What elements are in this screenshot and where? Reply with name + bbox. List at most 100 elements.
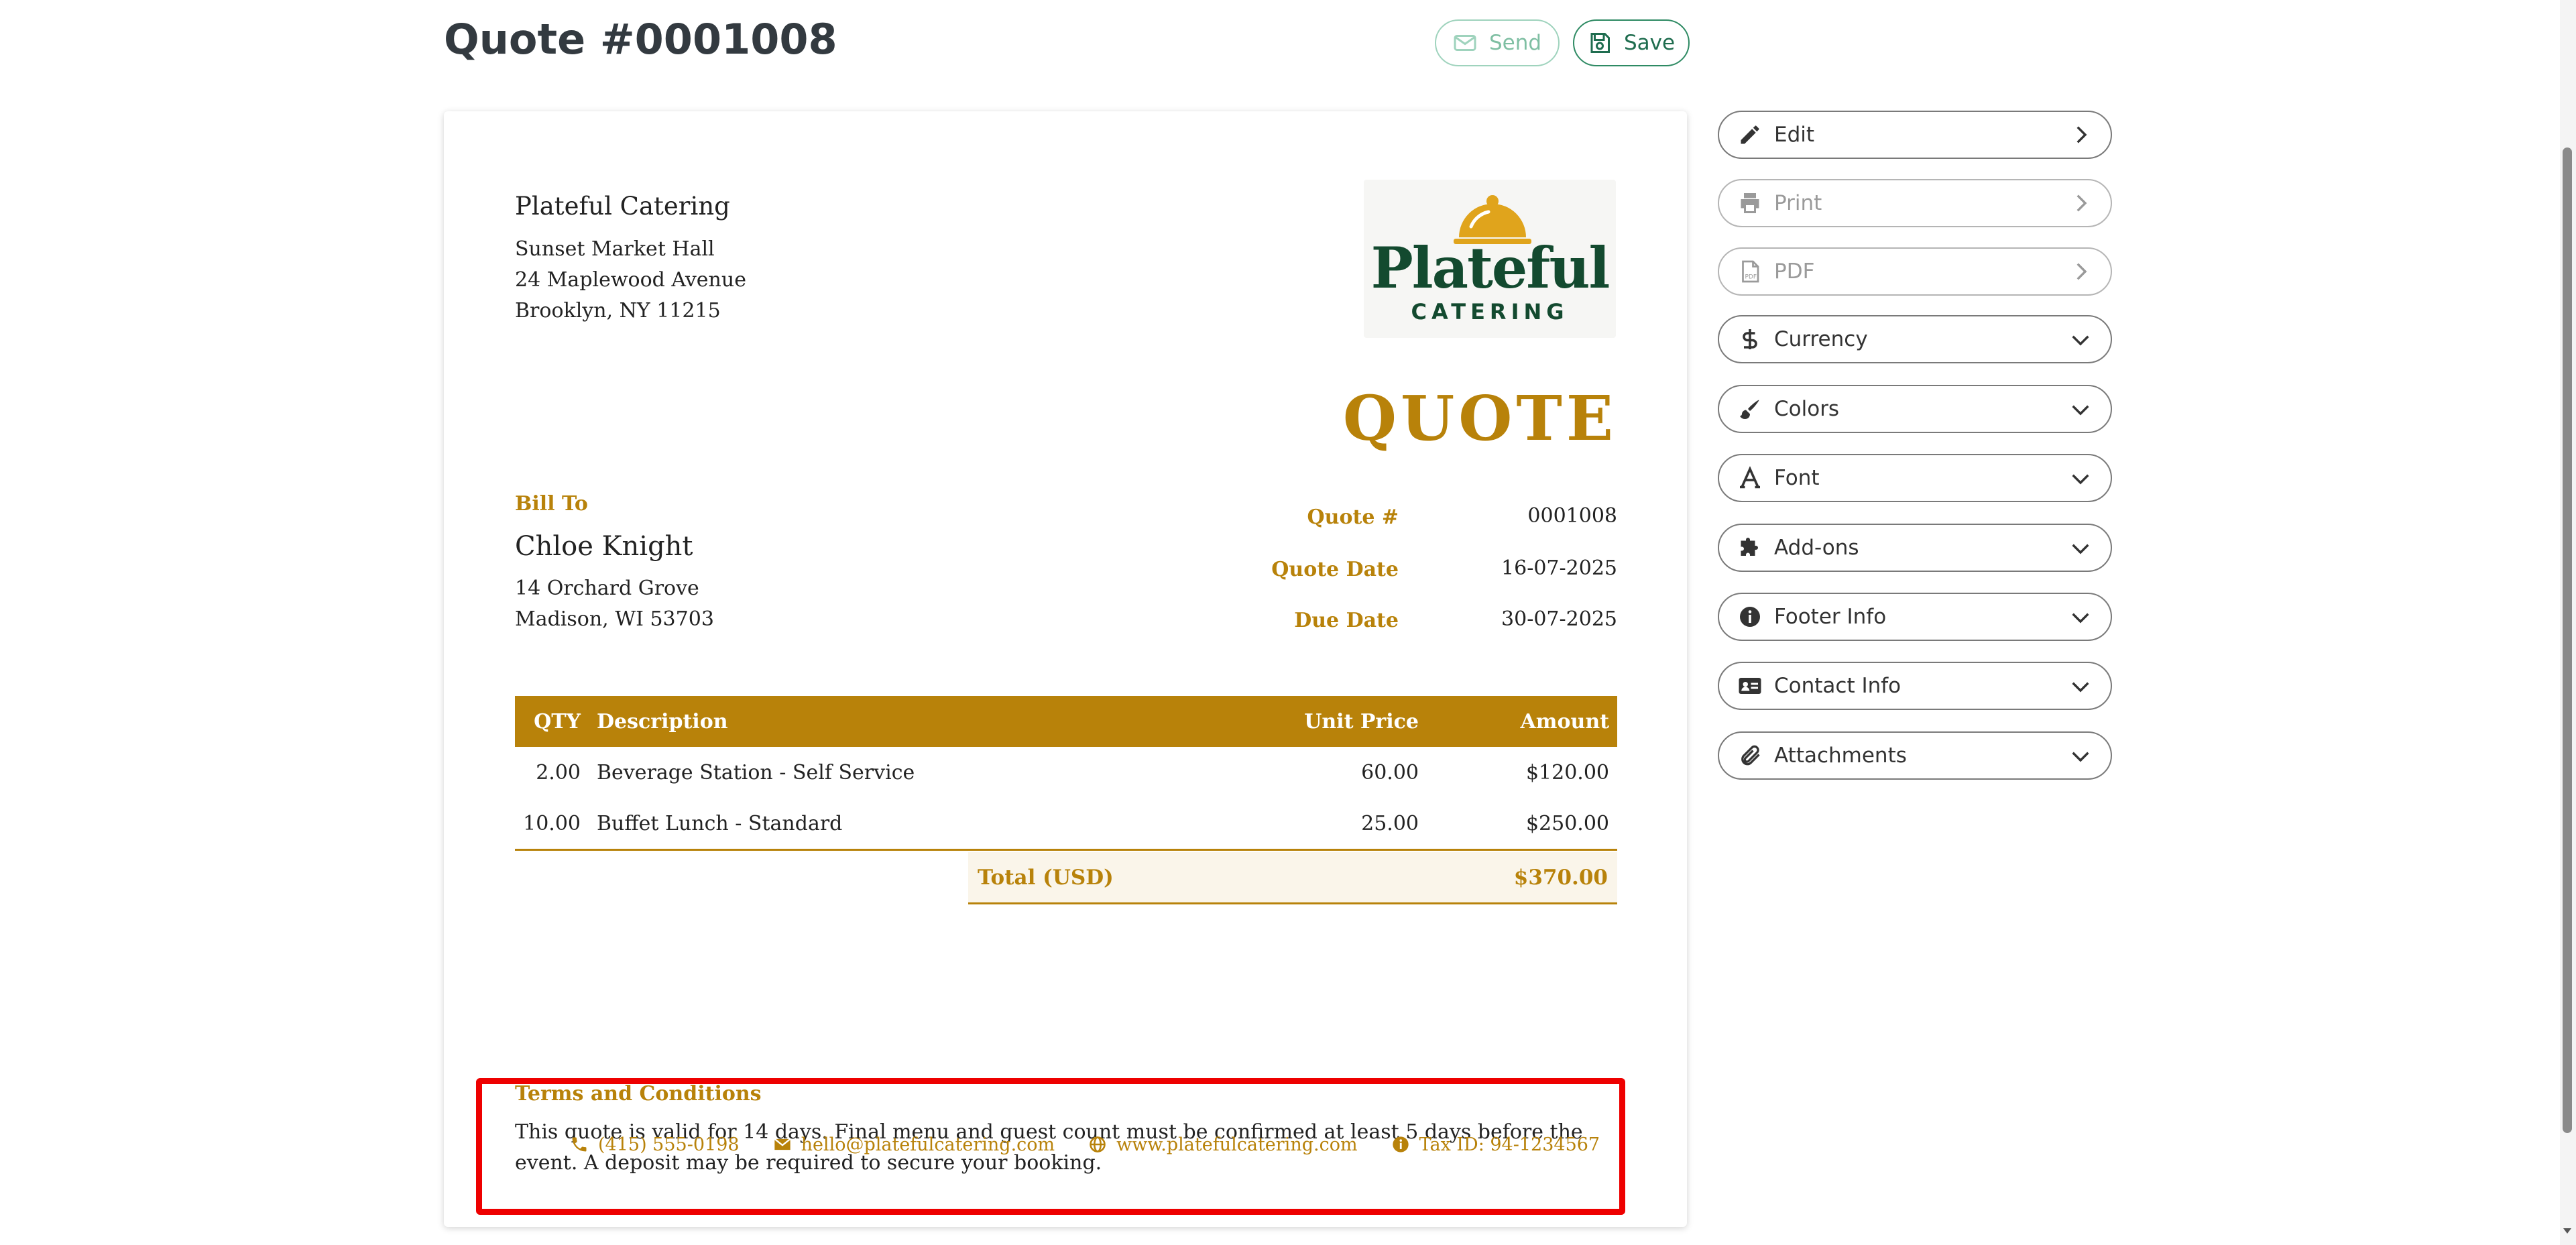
- sidebar-footer-info-dropdown[interactable]: Footer Info: [1718, 593, 2112, 641]
- table-row: 2.00 Beverage Station - Self Service 60.…: [515, 747, 1617, 798]
- quote-number-label: Quote #: [1307, 506, 1399, 529]
- paperclip-icon: [1741, 745, 1760, 766]
- logo-wordmark: Plateful: [1370, 235, 1611, 301]
- sidebar-item-label: Currency: [1774, 327, 1868, 351]
- footer-tax-id-text: Tax ID: 94-1234567: [1419, 1134, 1600, 1155]
- quote-date-value: 16-07-2025: [1501, 556, 1617, 580]
- column-header-amount: Amount: [1427, 696, 1617, 747]
- info-icon: [1740, 607, 1760, 627]
- send-button[interactable]: Send: [1435, 19, 1560, 66]
- row-qty: 10.00: [515, 798, 589, 851]
- footer-website-text: www.platefulcatering.com: [1116, 1134, 1358, 1155]
- chevron-down-icon: [2072, 544, 2089, 554]
- document-type-heading: QUOTE: [1342, 382, 1617, 455]
- total-label: Total (USD): [978, 866, 1114, 890]
- floppy-disk-icon: [1590, 33, 1610, 53]
- company-logo: Plateful CATERING: [1364, 180, 1616, 338]
- phone-icon: [572, 1137, 587, 1152]
- contact-card-icon: [1739, 678, 1761, 694]
- sidebar-addons-dropdown[interactable]: Add-ons: [1718, 524, 2112, 572]
- logo-subtitle: CATERING: [1411, 299, 1569, 324]
- company-address-line: Sunset Market Hall: [515, 237, 715, 261]
- dollar-icon: [1743, 329, 1757, 349]
- paintbrush-icon: [1740, 400, 1759, 419]
- page-title: Quote #0001008: [444, 15, 837, 64]
- footer-email-text: hello@platefulcatering.com: [801, 1134, 1055, 1155]
- client-address-line: Madison, WI 53703: [515, 607, 714, 631]
- due-date-label: Due Date: [1294, 609, 1399, 632]
- column-header-qty: QTY: [515, 696, 589, 747]
- info-icon: [1392, 1136, 1409, 1152]
- footer-email: hello@platefulcatering.com: [773, 1134, 1055, 1155]
- row-unit-price: 60.00: [1361, 760, 1419, 784]
- total-value: $370.00: [1513, 866, 1608, 890]
- sidebar-item-label: Colors: [1774, 397, 1840, 421]
- puzzle-icon: [1741, 538, 1758, 556]
- row-amount: $120.00: [1525, 760, 1609, 784]
- footer-phone-text: (415) 555-0198: [598, 1134, 740, 1155]
- row-qty: 2.00: [536, 760, 581, 784]
- sidebar-item-label: PDF: [1774, 259, 1815, 284]
- client-name: Chloe Knight: [515, 531, 693, 562]
- row-unit-price: 25.00: [1191, 798, 1427, 851]
- row-amount: $250.00: [1427, 798, 1617, 851]
- chevron-down-icon: [2072, 474, 2089, 485]
- chevron-down-icon: [2072, 752, 2089, 762]
- quote-number-value: 0001008: [1527, 504, 1617, 528]
- company-address-line: 24 Maplewood Avenue: [515, 268, 746, 292]
- sidebar-attachments-dropdown[interactable]: Attachments: [1718, 731, 2112, 780]
- printer-icon: [1741, 193, 1759, 213]
- sidebar-item-label: Contact Info: [1774, 674, 1901, 698]
- chevron-right-icon: [2076, 194, 2087, 212]
- pdf-file-icon: PDF: [1742, 260, 1759, 283]
- row-description: Beverage Station - Self Service: [597, 760, 915, 784]
- chevron-down-icon: [2072, 405, 2089, 416]
- sidebar-pdf-button[interactable]: PDF PDF: [1718, 247, 2112, 296]
- total-row: Total (USD) $370.00: [968, 852, 1617, 904]
- sidebar-item-label: Print: [1774, 191, 1822, 215]
- chevron-down-icon: [2072, 335, 2089, 346]
- footer-contact-strip[interactable]: (415) 555-0198 hello@platefulcatering.co…: [570, 1130, 1600, 1159]
- column-header-unit-price: Unit Price: [1191, 696, 1427, 747]
- envelope-icon: [774, 1138, 791, 1150]
- svg-text:PDF: PDF: [1745, 274, 1757, 281]
- chevron-down-icon: [2072, 682, 2089, 693]
- column-header-description: Description: [589, 696, 1191, 747]
- envelope-icon: [1454, 35, 1476, 51]
- sidebar-print-button[interactable]: Print: [1718, 179, 2112, 227]
- sidebar-item-label: Font: [1774, 466, 1820, 490]
- save-button-label: Save: [1623, 31, 1676, 55]
- quote-document: Plateful Catering Sunset Market Hall 24 …: [444, 111, 1687, 1227]
- bill-to-label: Bill To: [515, 492, 588, 516]
- send-button-label: Send: [1488, 31, 1542, 55]
- pencil-icon: [1741, 125, 1759, 144]
- table-row: 10.00 Buffet Lunch - Standard 25.00 $250…: [515, 798, 1617, 851]
- save-button[interactable]: Save: [1573, 19, 1690, 66]
- chevron-down-icon: [2072, 613, 2089, 624]
- quote-date-label: Quote Date: [1271, 558, 1399, 581]
- sidebar-edit-button[interactable]: Edit: [1718, 111, 2112, 159]
- sidebar-item-label: Attachments: [1774, 744, 1907, 768]
- sidebar-contact-info-dropdown[interactable]: Contact Info: [1718, 662, 2112, 710]
- company-name: Plateful Catering: [515, 192, 730, 221]
- footer-tax-id: Tax ID: 94-1234567: [1391, 1134, 1600, 1155]
- sidebar-colors-dropdown[interactable]: Colors: [1718, 385, 2112, 433]
- globe-icon: [1090, 1136, 1106, 1152]
- line-items-table: QTY Description Unit Price Amount 2.00 B…: [515, 696, 1617, 851]
- table-header-row: QTY Description Unit Price Amount: [515, 696, 1617, 747]
- sidebar-font-dropdown[interactable]: Font: [1718, 454, 2112, 502]
- sidebar-currency-dropdown[interactable]: Currency: [1718, 315, 2112, 363]
- row-description: Buffet Lunch - Standard: [589, 798, 1191, 851]
- sidebar-item-label: Add-ons: [1774, 536, 1859, 560]
- footer-website: www.platefulcatering.com: [1088, 1134, 1358, 1155]
- sidebar-item-label: Footer Info: [1774, 605, 1887, 629]
- due-date-value: 30-07-2025: [1501, 607, 1617, 631]
- scroll-down-arrow-icon[interactable]: [2562, 1226, 2573, 1236]
- company-address-line: Brooklyn, NY 11215: [515, 299, 721, 322]
- footer-phone: (415) 555-0198: [570, 1134, 740, 1155]
- client-address-line: 14 Orchard Grove: [515, 577, 699, 600]
- chevron-right-icon: [2076, 126, 2087, 143]
- scrollbar-thumb[interactable]: [2563, 147, 2572, 1133]
- font-icon: [1740, 466, 1760, 489]
- chevron-right-icon: [2076, 263, 2087, 280]
